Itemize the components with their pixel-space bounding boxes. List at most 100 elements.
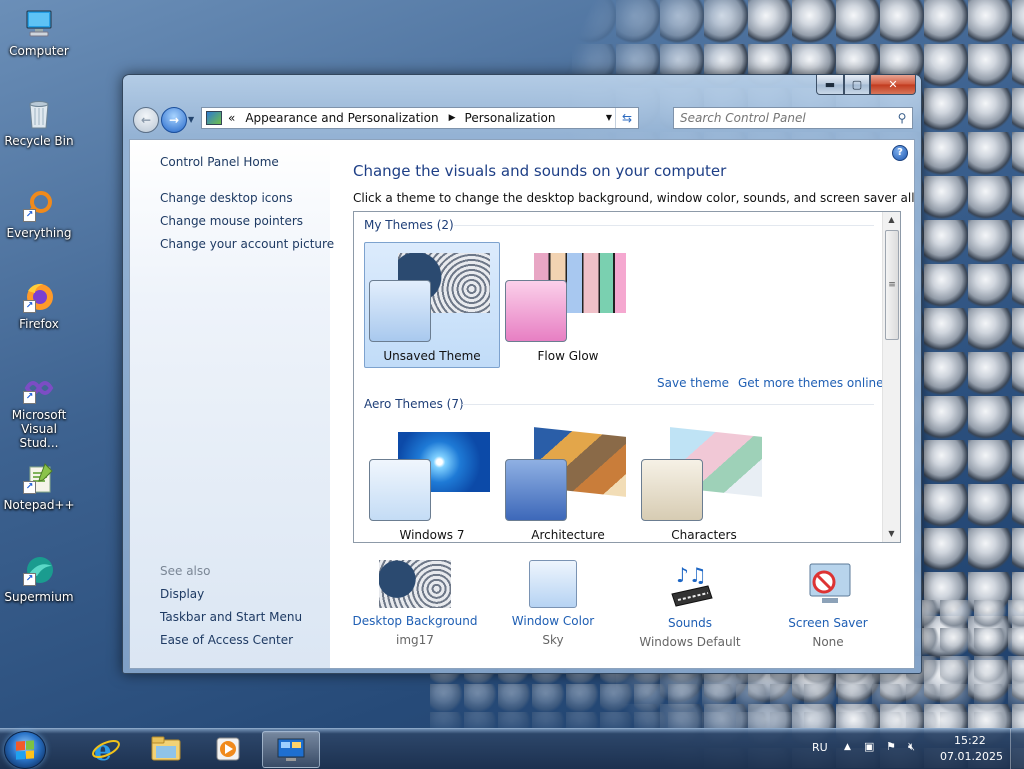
breadcrumb-overflow[interactable]: « xyxy=(228,111,235,125)
screen-saver-icon xyxy=(792,560,864,610)
close-button[interactable]: ✕ xyxy=(870,75,916,95)
clock-time[interactable]: 15:22 xyxy=(954,734,986,747)
taskbar-windows-explorer[interactable] xyxy=(138,731,194,766)
theme-name: Characters xyxy=(671,528,737,542)
visual-studio-icon: ↗ xyxy=(23,372,55,404)
breadcrumb-separator-icon[interactable]: ▶ xyxy=(449,113,456,123)
desktop-icon-notepadpp[interactable]: ↗ Notepad++ xyxy=(2,462,76,512)
search-icon[interactable]: ⚲ xyxy=(892,111,912,125)
control-panel-icon xyxy=(206,111,222,125)
theme-characters[interactable]: Characters xyxy=(636,421,772,542)
theme-color-swatch xyxy=(505,459,567,521)
navigation-bar: ← → ▼ « Appearance and Personalization ▶… xyxy=(131,105,913,133)
action-center-flag-icon[interactable]: ⚑ xyxy=(886,740,896,753)
back-button[interactable]: ← xyxy=(133,107,159,133)
page-subtitle: Click a theme to change the desktop back… xyxy=(353,191,915,205)
screen-saver-value: None xyxy=(812,635,844,649)
personalization-icon xyxy=(277,738,305,761)
theme-settings-bar: Desktop Background img17 Window Color Sk… xyxy=(350,560,910,660)
theme-unsaved[interactable]: Unsaved Theme xyxy=(364,242,500,368)
arrow-right-icon: → xyxy=(168,113,180,127)
desktop-background-value: img17 xyxy=(396,633,434,647)
screen-saver-link[interactable]: Screen Saver xyxy=(758,616,898,630)
divider xyxy=(454,225,874,226)
firefox-icon: ↗ xyxy=(23,281,55,313)
display-link[interactable]: Display xyxy=(160,587,204,601)
volume-muted-icon[interactable]: 🔇︎ xyxy=(908,740,915,754)
desktop-icon-label: Recycle Bin xyxy=(4,134,74,148)
theme-name: Windows 7 xyxy=(399,528,465,542)
desktop-background-link[interactable]: Desktop Background xyxy=(345,614,485,628)
get-more-themes-link[interactable]: Get more themes online xyxy=(738,376,884,390)
supermium-icon: ↗ xyxy=(23,554,55,586)
svg-text:e: e xyxy=(94,734,112,765)
forward-button[interactable]: → xyxy=(161,107,187,133)
screen-saver-setting[interactable]: Screen Saver None xyxy=(758,560,898,649)
breadcrumb-appearance[interactable]: Appearance and Personalization xyxy=(245,111,438,125)
recent-pages-dropdown[interactable]: ▼ xyxy=(188,115,194,124)
window-color-link[interactable]: Window Color xyxy=(483,614,623,628)
theme-name: Unsaved Theme xyxy=(383,349,481,363)
maximize-button[interactable]: ▢ xyxy=(844,75,870,95)
desktop-background-setting[interactable]: Desktop Background img17 xyxy=(345,560,485,647)
personalization-window: ▬ ▢ ✕ ← → ▼ « Appearance and Personaliza… xyxy=(122,74,922,674)
search-input[interactable] xyxy=(674,110,892,126)
network-icon[interactable]: ▣ xyxy=(864,740,874,753)
window-color-value: Sky xyxy=(542,633,564,647)
theme-architecture[interactable]: Architecture xyxy=(500,421,636,542)
taskbar-media-player[interactable] xyxy=(200,731,256,766)
taskbar-internet-explorer[interactable]: e xyxy=(78,731,134,766)
desktop-icon-recycle-bin[interactable]: Recycle Bin xyxy=(2,98,76,148)
theme-color-swatch xyxy=(369,280,431,342)
window-color-setting[interactable]: Window Color Sky xyxy=(483,560,623,647)
computer-icon xyxy=(23,8,55,40)
my-themes-heading: My Themes (2) xyxy=(364,218,454,232)
change-desktop-icons-link[interactable]: Change desktop icons xyxy=(160,191,293,205)
language-indicator[interactable]: RU xyxy=(812,741,828,754)
show-hidden-icons-icon[interactable]: ▲ xyxy=(844,742,851,752)
desktop-icon-visual-studio[interactable]: ↗ Microsoft Visual Stud... xyxy=(2,372,76,450)
ease-of-access-link[interactable]: Ease of Access Center xyxy=(160,633,293,647)
show-desktop-button[interactable] xyxy=(1010,729,1024,769)
help-icon[interactable]: ? xyxy=(892,145,908,161)
desktop-icon-computer[interactable]: Computer xyxy=(2,8,76,58)
sounds-setting[interactable]: ♪♫ Sounds Windows Default xyxy=(620,560,760,649)
refresh-icon[interactable]: ⇆ xyxy=(615,108,638,128)
folder-icon xyxy=(151,736,181,760)
scroll-down-icon[interactable]: ▼ xyxy=(883,526,900,542)
start-button[interactable] xyxy=(4,731,46,769)
sounds-icon: ♪♫ xyxy=(654,560,726,610)
theme-color-swatch xyxy=(641,459,703,521)
taskbar-start-menu-link[interactable]: Taskbar and Start Menu xyxy=(160,610,302,624)
theme-windows-7[interactable]: Windows 7 xyxy=(364,421,500,542)
search-box[interactable]: ⚲ xyxy=(673,107,913,129)
desktop-icon-label: Computer xyxy=(9,44,69,58)
minimize-button[interactable]: ▬ xyxy=(816,75,844,95)
clock-date[interactable]: 07.01.2025 xyxy=(940,750,1003,763)
change-account-picture-link[interactable]: Change your account picture xyxy=(160,237,334,251)
shortcut-arrow-icon: ↗ xyxy=(23,573,36,586)
address-bar[interactable]: « Appearance and Personalization ▶ Perso… xyxy=(201,107,639,129)
desktop-icon-supermium[interactable]: ↗ Supermium xyxy=(2,554,76,604)
scrollbar-thumb[interactable]: ≡ xyxy=(885,230,899,340)
desktop-icon-firefox[interactable]: ↗ Firefox xyxy=(2,281,76,331)
window-color-swatch xyxy=(529,560,577,608)
theme-flow-glow[interactable]: Flow Glow xyxy=(500,242,636,368)
theme-list-scrollbar[interactable]: ▲ ≡ ▼ xyxy=(882,212,900,542)
system-tray: RU ▲ ▣ ⚑ 🔇︎ 15:22 07.01.2025 xyxy=(794,729,1024,769)
shortcut-arrow-icon: ↗ xyxy=(23,209,36,222)
see-also-heading: See also xyxy=(160,564,211,578)
sounds-value: Windows Default xyxy=(639,635,741,649)
control-panel-home-link[interactable]: Control Panel Home xyxy=(160,155,279,169)
save-theme-link[interactable]: Save theme xyxy=(657,376,729,390)
change-mouse-pointers-link[interactable]: Change mouse pointers xyxy=(160,214,303,228)
theme-color-swatch xyxy=(369,459,431,521)
theme-color-swatch xyxy=(505,280,567,342)
sounds-link[interactable]: Sounds xyxy=(620,616,760,630)
breadcrumb-personalization[interactable]: Personalization xyxy=(465,111,556,125)
internet-explorer-icon: e xyxy=(92,734,120,765)
desktop-icon-everything[interactable]: ↗ Everything xyxy=(2,190,76,240)
address-dropdown-icon[interactable]: ▼ xyxy=(606,113,612,122)
scroll-up-icon[interactable]: ▲ xyxy=(883,212,900,228)
taskbar-control-panel[interactable] xyxy=(262,731,320,768)
